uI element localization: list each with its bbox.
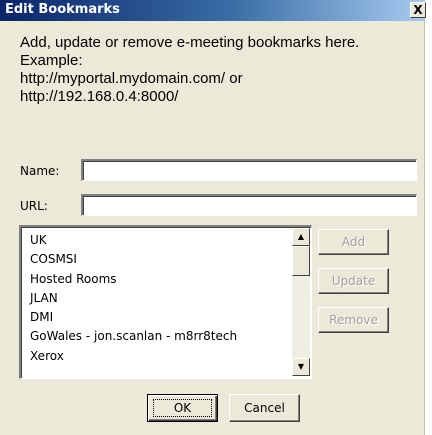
up-arrow-icon: ▲	[297, 232, 305, 241]
url-label: URL:	[20, 199, 48, 213]
focus-indicator	[153, 399, 212, 417]
instructions-line: http://192.168.0.4:8000/	[20, 88, 179, 105]
title-bar[interactable]: Edit Bookmarks	[0, 0, 424, 21]
close-button[interactable]: X	[410, 2, 426, 18]
name-field[interactable]	[81, 159, 417, 181]
down-arrow-icon: ▼	[297, 362, 305, 371]
scroll-up-button[interactable]: ▲	[292, 228, 310, 246]
edit-bookmarks-dialog: Edit Bookmarks X Add, update or remove e…	[0, 0, 426, 435]
instructions-line: http://myportal.mydomain.com/ or	[20, 70, 243, 87]
instructions-line: Add, update or remove e-meeting bookmark…	[20, 34, 360, 51]
name-label: Name:	[20, 164, 60, 178]
list-item[interactable]: JLAN	[30, 289, 290, 308]
list-item[interactable]: COSMSI	[30, 250, 290, 269]
update-button[interactable]: Update	[318, 268, 389, 294]
add-button[interactable]: Add	[318, 229, 389, 255]
url-field[interactable]	[81, 194, 417, 216]
remove-button[interactable]: Remove	[318, 307, 389, 333]
close-icon: X	[413, 3, 423, 17]
ok-button[interactable]: OK	[147, 394, 218, 422]
vertical-scrollbar[interactable]: ▲ ▼	[292, 228, 310, 376]
list-item[interactable]: DMI	[30, 308, 290, 327]
instructions-text: Add, update or remove e-meeting bookmark…	[20, 34, 420, 106]
list-item[interactable]: UK	[30, 231, 290, 250]
scrollbar-thumb[interactable]	[292, 246, 310, 276]
cancel-button[interactable]: Cancel	[229, 394, 300, 422]
list-item[interactable]: Xerox	[30, 347, 290, 366]
window-title: Edit Bookmarks	[5, 2, 120, 17]
list-item[interactable]: Hosted Rooms	[30, 270, 290, 289]
scroll-down-button[interactable]: ▼	[292, 358, 310, 376]
bookmarks-list[interactable]: UK COSMSI Hosted Rooms JLAN DMI GoWales …	[19, 225, 312, 379]
list-item[interactable]: GoWales - jon.scanlan - m8rr8tech	[30, 327, 290, 346]
instructions-line: Example:	[20, 52, 83, 69]
